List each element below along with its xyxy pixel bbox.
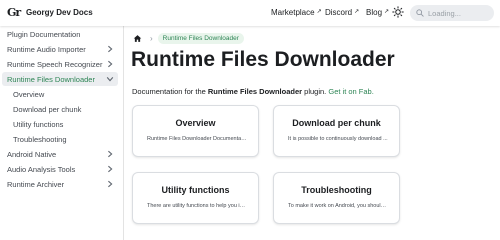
nav-link-label: Discord bbox=[325, 8, 353, 17]
card-description: There are utility functions to help you … bbox=[147, 203, 248, 209]
breadcrumb-separator-icon: › bbox=[150, 34, 153, 43]
nav-link-label: Marketplace bbox=[271, 8, 315, 17]
sidebar-item-label: Android Native bbox=[7, 149, 57, 159]
external-link-icon: ↗ bbox=[354, 9, 360, 15]
chevron-right-icon[interactable] bbox=[106, 45, 114, 53]
external-link-icon: ↗ bbox=[316, 9, 322, 15]
search-icon bbox=[416, 9, 424, 17]
doc-content: › Runtime Files Downloader Runtime Files… bbox=[125, 26, 500, 240]
sun-icon[interactable] bbox=[392, 6, 404, 18]
nav-link-blog[interactable]: Blog ↗ bbox=[366, 8, 389, 17]
sidebar-item-audio-analysis-tools[interactable]: Audio Analysis Tools bbox=[2, 162, 118, 176]
sidebar-item-label: Runtime Audio Importer bbox=[7, 44, 86, 54]
sidebar-item-runtime-speech-recognizer[interactable]: Runtime Speech Recognizer bbox=[2, 57, 118, 71]
card-title: Troubleshooting bbox=[301, 185, 372, 195]
nav-link-discord[interactable]: Discord ↗ bbox=[325, 8, 359, 17]
site-logo[interactable]: Gr bbox=[7, 6, 21, 19]
external-link-icon: ↗ bbox=[384, 9, 390, 15]
sidebar-subitem-troubleshooting[interactable]: Troubleshooting bbox=[8, 132, 118, 146]
sidebar-item-label: Utility functions bbox=[13, 119, 64, 129]
get-on-fab-link[interactable]: Get it on Fab. bbox=[328, 87, 373, 96]
sidebar-item-runtime-files-downloader[interactable]: Runtime Files Downloader bbox=[2, 72, 118, 86]
intro-plugin-name: Runtime Files Downloader bbox=[207, 87, 303, 96]
chevron-right-icon[interactable] bbox=[106, 165, 114, 173]
nav-link-label: Blog bbox=[366, 8, 383, 17]
card-title: Overview bbox=[175, 118, 216, 128]
sidebar-item-runtime-audio-importer[interactable]: Runtime Audio Importer bbox=[2, 42, 118, 56]
card-description: To make it work on Android, you should .… bbox=[288, 203, 389, 209]
sidebar-item-plugin-documentation[interactable]: Plugin Documentation bbox=[2, 27, 118, 41]
card-title: Utility functions bbox=[161, 185, 230, 195]
card-troubleshooting[interactable]: Troubleshooting To make it work on Andro… bbox=[273, 172, 400, 224]
intro-text: Documentation for the bbox=[132, 87, 208, 96]
top-navbar: Gr Georgy Dev Docs Marketplace ↗ Discord ↗… bbox=[0, 0, 500, 26]
sidebar-item-label: Audio Analysis Tools bbox=[7, 164, 76, 174]
chevron-right-icon[interactable] bbox=[106, 180, 114, 188]
breadcrumb: › Runtime Files Downloader bbox=[133, 33, 244, 44]
sidebar-item-label: Overview bbox=[13, 89, 45, 99]
sidebar-subitem-overview[interactable]: Overview bbox=[8, 87, 118, 101]
chevron-right-icon[interactable] bbox=[106, 60, 114, 68]
sidebar-item-label: Runtime Archiver bbox=[7, 179, 65, 189]
page-intro: Documentation for the Runtime Files Down… bbox=[132, 87, 374, 96]
site-title[interactable]: Georgy Dev Docs bbox=[26, 8, 93, 17]
sidebar-item-label: Plugin Documentation bbox=[7, 29, 81, 39]
sidebar-item-android-native[interactable]: Android Native bbox=[2, 147, 118, 161]
sidebar-item-label: Runtime Files Downloader bbox=[7, 74, 95, 84]
sidebar-item-runtime-archiver[interactable]: Runtime Archiver bbox=[2, 177, 118, 191]
card-download-per-chunk[interactable]: Download per chunk It is possible to con… bbox=[273, 105, 400, 157]
card-utility-functions[interactable]: Utility functions There are utility func… bbox=[132, 172, 259, 224]
card-description: It is possible to continuously download … bbox=[288, 136, 388, 142]
sidebar-item-label: Runtime Speech Recognizer bbox=[7, 59, 103, 69]
chevron-right-icon[interactable] bbox=[106, 150, 114, 158]
intro-text: plugin. bbox=[302, 87, 329, 96]
chevron-down-icon[interactable] bbox=[106, 75, 114, 83]
docs-sidebar: Plugin Documentation Runtime Audio Impor… bbox=[0, 26, 124, 240]
nav-link-marketplace[interactable]: Marketplace ↗ bbox=[271, 8, 322, 17]
search-input[interactable]: Loading... bbox=[410, 5, 494, 21]
card-title: Download per chunk bbox=[292, 118, 381, 128]
breadcrumb-current: Runtime Files Downloader bbox=[157, 33, 244, 44]
sidebar-item-label: Download per chunk bbox=[13, 104, 82, 114]
home-icon[interactable] bbox=[133, 34, 142, 43]
card-description: Runtime Files Downloader Documentation bbox=[147, 136, 248, 142]
card-overview[interactable]: Overview Runtime Files Downloader Docume… bbox=[132, 105, 259, 157]
sidebar-subitem-utility-functions[interactable]: Utility functions bbox=[8, 117, 118, 131]
page-title: Runtime Files Downloader bbox=[131, 48, 395, 71]
sidebar-item-label: Troubleshooting bbox=[13, 134, 67, 144]
search-placeholder: Loading... bbox=[428, 8, 461, 18]
sidebar-subitem-download-per-chunk[interactable]: Download per chunk bbox=[8, 102, 118, 116]
